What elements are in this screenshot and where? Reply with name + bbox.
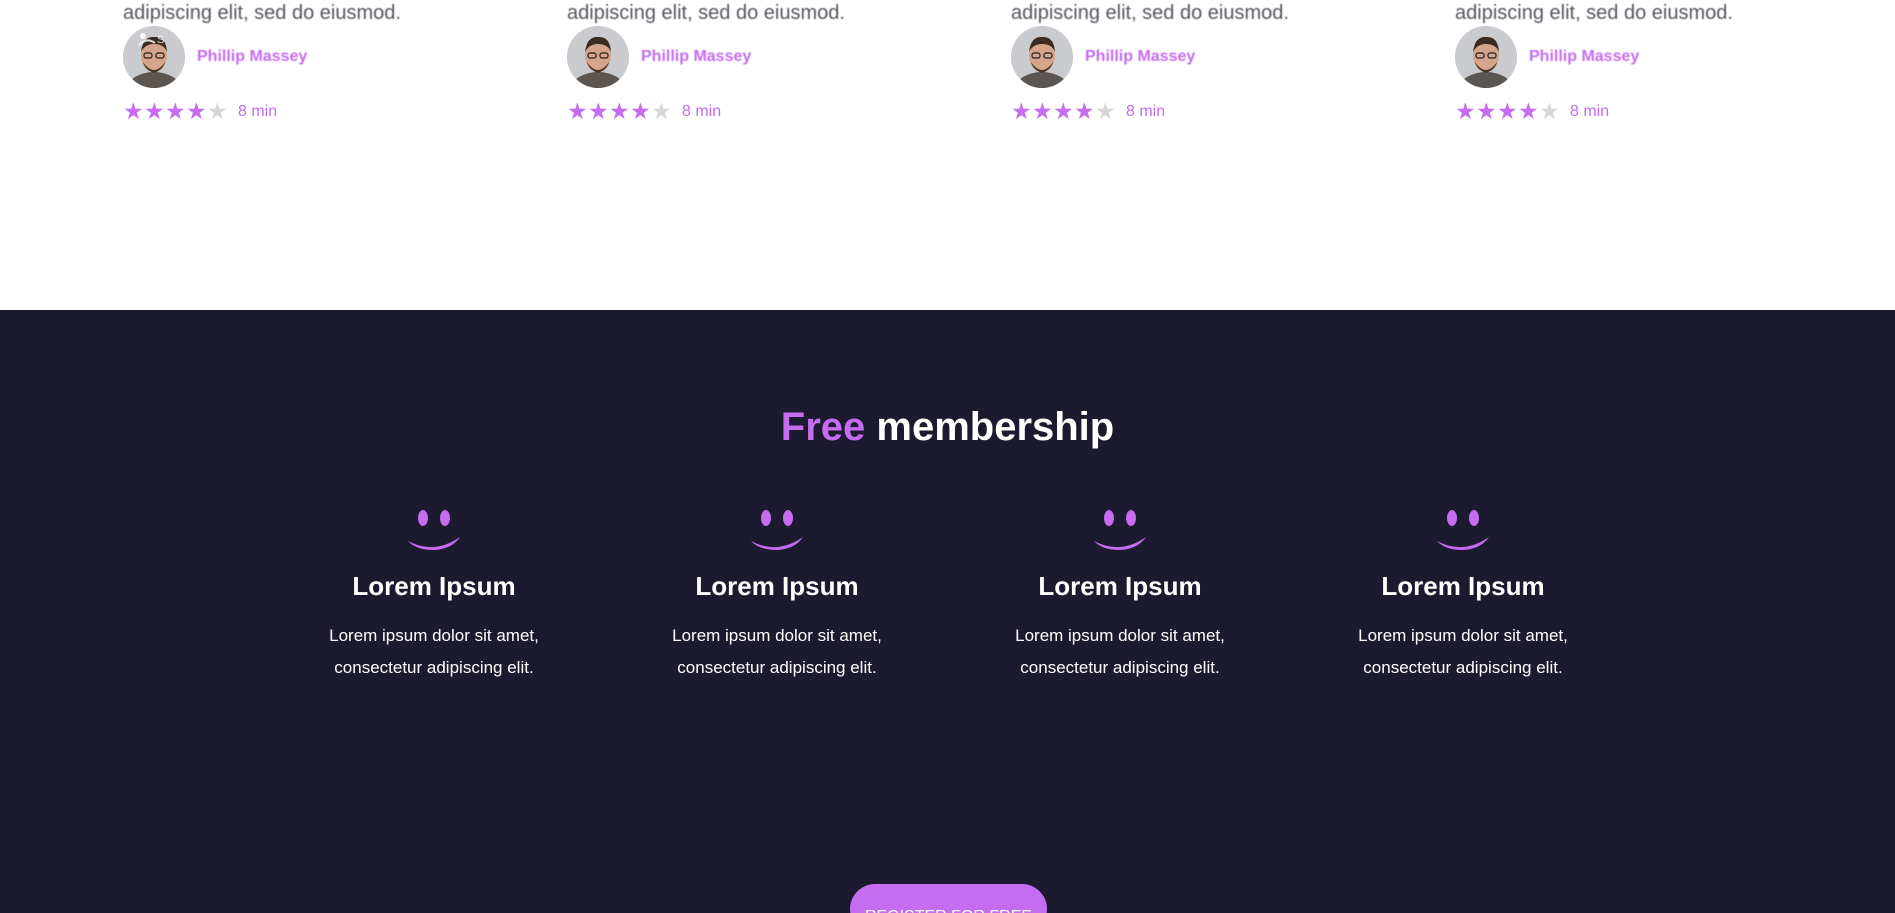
star-filled-icon: ★ bbox=[1032, 98, 1053, 124]
feature-item: Lorem Ipsum Lorem ipsum dolor sit amet, … bbox=[990, 505, 1250, 684]
feature-title: Lorem Ipsum bbox=[695, 571, 859, 601]
feature-item: Lorem Ipsum Lorem ipsum dolor sit amet, … bbox=[647, 505, 907, 684]
star-filled-icon: ★ bbox=[186, 98, 207, 124]
star-filled-icon: ★ bbox=[1074, 98, 1095, 124]
star-filled-icon: ★ bbox=[165, 98, 186, 124]
star-empty-icon: ★ bbox=[1539, 98, 1560, 124]
author-name[interactable]: Phillip Massey bbox=[1529, 48, 1639, 66]
star-filled-icon: ★ bbox=[144, 98, 165, 124]
rating-row: ★★★★★ 8 min bbox=[1011, 100, 1165, 124]
avatar[interactable] bbox=[1455, 26, 1517, 88]
feature-desc-line: Lorem ipsum dolor sit amet, bbox=[672, 626, 882, 645]
avatar[interactable] bbox=[567, 26, 629, 88]
author-name[interactable]: Phillip Massey bbox=[641, 48, 751, 66]
author-row: Phillip Massey bbox=[1455, 26, 1639, 88]
read-time: 8 min bbox=[1570, 103, 1610, 120]
author-name[interactable]: Phillip Massey bbox=[197, 48, 307, 66]
star-filled-icon: ★ bbox=[609, 98, 630, 124]
author-row: Phillip Massey bbox=[567, 26, 751, 88]
feature-description: Lorem ipsum dolor sit amet, consectetur … bbox=[647, 620, 907, 684]
feature-description: Lorem ipsum dolor sit amet, consectetur … bbox=[304, 620, 564, 684]
play-overlay-icon: S bbox=[139, 33, 164, 46]
card-excerpt: adipiscing elit, sed do eiusmod. bbox=[567, 2, 845, 24]
feature-title: Lorem Ipsum bbox=[352, 571, 516, 601]
star-rating: ★★★★★ bbox=[567, 100, 672, 124]
star-filled-icon: ★ bbox=[1497, 98, 1518, 124]
feature-item: Lorem Ipsum Lorem ipsum dolor sit amet, … bbox=[1333, 505, 1593, 684]
star-empty-icon: ★ bbox=[651, 98, 672, 124]
star-filled-icon: ★ bbox=[567, 98, 588, 124]
star-filled-icon: ★ bbox=[1476, 98, 1497, 124]
rating-row: ★★★★★ 8 min bbox=[1455, 100, 1609, 124]
author-name[interactable]: Phillip Massey bbox=[1085, 48, 1195, 66]
feature-desc-line: consectetur adipiscing elit. bbox=[1363, 658, 1563, 677]
feature-desc-line: consectetur adipiscing elit. bbox=[1020, 658, 1220, 677]
avatar-photo bbox=[1455, 26, 1517, 88]
star-filled-icon: ★ bbox=[1053, 98, 1074, 124]
star-rating: ★★★★★ bbox=[1455, 100, 1560, 124]
star-rating: ★★★★★ bbox=[1011, 100, 1116, 124]
avatar-photo bbox=[1011, 26, 1073, 88]
star-filled-icon: ★ bbox=[630, 98, 651, 124]
feature-title: Lorem Ipsum bbox=[1381, 571, 1545, 601]
card-excerpt: adipiscing elit, sed do eiusmod. bbox=[1455, 2, 1733, 24]
card-excerpt: adipiscing elit, sed do eiusmod. bbox=[123, 2, 401, 24]
star-filled-icon: ★ bbox=[1011, 98, 1032, 124]
register-for-free-button[interactable]: Register for free bbox=[850, 884, 1047, 913]
star-filled-icon: ★ bbox=[588, 98, 609, 124]
smiley-icon bbox=[408, 510, 460, 550]
smiley-icon bbox=[751, 510, 803, 550]
title-rest: membership bbox=[865, 405, 1115, 449]
smiley-icon bbox=[1094, 510, 1146, 550]
feature-title: Lorem Ipsum bbox=[1038, 571, 1202, 601]
free-membership-section: Free membership Lorem Ipsum Lorem ipsum … bbox=[0, 310, 1895, 913]
star-filled-icon: ★ bbox=[123, 98, 144, 124]
feature-desc-line: consectetur adipiscing elit. bbox=[334, 658, 534, 677]
section-title: Free membership bbox=[0, 405, 1895, 450]
feature-item: Lorem Ipsum Lorem ipsum dolor sit amet, … bbox=[304, 505, 564, 684]
star-rating: ★★★★★ bbox=[123, 100, 228, 124]
star-empty-icon: ★ bbox=[1095, 98, 1116, 124]
feature-desc-line: Lorem ipsum dolor sit amet, bbox=[329, 626, 539, 645]
feature-description: Lorem ipsum dolor sit amet, consectetur … bbox=[990, 620, 1250, 684]
read-time: 8 min bbox=[682, 103, 722, 120]
feature-desc-line: Lorem ipsum dolor sit amet, bbox=[1015, 626, 1225, 645]
avatar-photo bbox=[567, 26, 629, 88]
star-filled-icon: ★ bbox=[1518, 98, 1539, 124]
article-cards-section: adipiscing elit, sed do eiusmod. Phillip… bbox=[0, 0, 1895, 310]
star-empty-icon: ★ bbox=[207, 98, 228, 124]
card-excerpt: adipiscing elit, sed do eiusmod. bbox=[1011, 2, 1289, 24]
feature-description: Lorem ipsum dolor sit amet, consectetur … bbox=[1333, 620, 1593, 684]
author-row: Phillip Massey bbox=[1011, 26, 1195, 88]
rating-row: ★★★★★ 8 min bbox=[123, 100, 277, 124]
read-time: 8 min bbox=[238, 103, 278, 120]
avatar[interactable] bbox=[1011, 26, 1073, 88]
star-filled-icon: ★ bbox=[1455, 98, 1476, 124]
svg-text:S: S bbox=[157, 34, 164, 46]
smiley-icon bbox=[1437, 510, 1489, 550]
read-time: 8 min bbox=[1126, 103, 1166, 120]
title-accent: Free bbox=[780, 405, 866, 449]
feature-desc-line: consectetur adipiscing elit. bbox=[677, 658, 877, 677]
feature-desc-line: Lorem ipsum dolor sit amet, bbox=[1358, 626, 1568, 645]
rating-row: ★★★★★ 8 min bbox=[567, 100, 721, 124]
